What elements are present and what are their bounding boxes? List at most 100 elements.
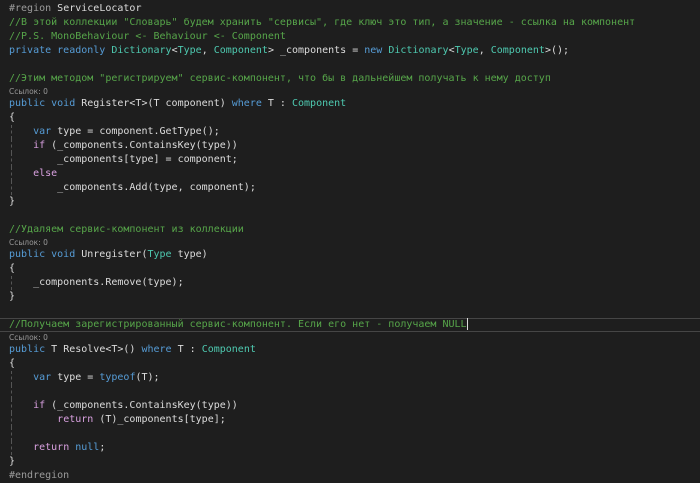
code-line: //Этим методом "регистрируем" сервис-ком…: [0, 72, 700, 86]
indent-guide: [11, 413, 12, 427]
keyword-token: typeof: [99, 372, 136, 383]
code-line: [0, 427, 700, 441]
indent-guide: [11, 399, 12, 413]
code-token: (_components.ContainsKey(type)): [51, 400, 238, 411]
code-token: Register<T>(T component): [81, 98, 232, 109]
code-token: }: [9, 456, 16, 467]
code-token: T :: [177, 344, 202, 355]
preprocessor-token: #endregion: [9, 470, 70, 481]
codelens-references[interactable]: Ссылок: 0: [0, 237, 700, 248]
code-line: return null;: [0, 441, 700, 455]
keyword-token: var: [33, 372, 58, 383]
code-line: {: [0, 111, 700, 125]
code-token: ,: [201, 45, 214, 56]
code-line: //P.S. MonoBehaviour <- Behaviour <- Com…: [0, 30, 700, 44]
type-token: Component: [291, 98, 347, 109]
code-line: }: [0, 290, 700, 304]
codelens-references[interactable]: Ссылок: 0: [0, 86, 700, 97]
code-token: (T)_components[type];: [99, 414, 226, 425]
text-caret: [466, 318, 468, 330]
code-line: private readonly Dictionary<Type, Compon…: [0, 44, 700, 58]
code-line: var type = component.GetType();: [0, 125, 700, 139]
indent-guide: [11, 441, 12, 455]
code-token: ServiceLocator: [57, 3, 142, 14]
keyword-token: public void: [9, 249, 82, 260]
code-line: public T Resolve<T>() where T : Componen…: [0, 343, 700, 357]
code-token: T Resolve<T>(): [51, 344, 142, 355]
code-token: T :: [267, 98, 292, 109]
type-token: Type: [147, 249, 178, 260]
code-token: }: [9, 291, 16, 302]
code-token: ,: [478, 45, 491, 56]
indent-guide: [11, 385, 12, 399]
control-keyword-token: else: [33, 168, 58, 179]
comment-token: //Получаем зарегистрированный сервис-ком…: [9, 319, 467, 330]
keyword-token: var: [33, 126, 58, 137]
code-line: _components[type] = component;: [0, 153, 700, 167]
type-token: Type: [177, 45, 202, 56]
code-token: (_components.ContainsKey(type)): [51, 140, 238, 151]
code-line: [0, 385, 700, 399]
type-token: Type: [454, 45, 479, 56]
code-token: (T);: [135, 372, 160, 383]
indent-guide: [11, 125, 12, 139]
code-line: else: [0, 167, 700, 181]
code-line: if (_components.ContainsKey(type)): [0, 399, 700, 413]
type-token: Dictionary: [111, 45, 172, 56]
keyword-token: new: [364, 45, 389, 56]
indent-guide: [11, 167, 12, 181]
code-line: return (T)_components[type];: [0, 413, 700, 427]
code-line: //В этой коллекции "Словарь" будем храни…: [0, 16, 700, 30]
code-line: {: [0, 262, 700, 276]
code-token: {: [9, 263, 16, 274]
code-line: #endregion: [0, 469, 700, 483]
comment-token: //В этой коллекции "Словарь" будем храни…: [9, 17, 636, 28]
code-token: {: [9, 112, 16, 123]
control-keyword-token: if: [33, 140, 52, 151]
control-keyword-token: if: [33, 400, 52, 411]
code-token: {: [9, 358, 16, 369]
code-line: var type = typeof(T);: [0, 371, 700, 385]
code-token: Unregister(: [81, 249, 148, 260]
code-token: _components[type] = component;: [9, 154, 238, 165]
indent-guide: [11, 139, 12, 153]
code-line: public void Register<T>(T component) whe…: [0, 97, 700, 111]
code-line: }: [0, 195, 700, 209]
type-token: Component: [213, 45, 268, 56]
indent-guide: [11, 181, 12, 195]
keyword-token: where: [141, 344, 178, 355]
preprocessor-token: #region: [9, 3, 58, 14]
code-line: }: [0, 455, 700, 469]
code-line: _components.Add(type, component);: [0, 181, 700, 195]
indent-guide: [11, 153, 12, 167]
type-token: Component: [201, 344, 256, 355]
code-line: {: [0, 357, 700, 371]
code-token: >();: [544, 45, 570, 56]
code-line: if (_components.ContainsKey(type)): [0, 139, 700, 153]
keyword-token: public: [9, 344, 52, 355]
control-keyword-token: return: [57, 414, 100, 425]
code-token: > _components =: [267, 45, 365, 56]
code-token: type =: [57, 372, 100, 383]
indent-guide: [11, 276, 12, 290]
code-token: type): [177, 249, 208, 260]
indent-guide: [11, 371, 12, 385]
keyword-token: private readonly: [9, 45, 112, 56]
keyword-token: null: [75, 442, 100, 453]
code-line: //Удаляем сервис-компонент из коллекции: [0, 223, 700, 237]
codelens-references[interactable]: Ссылок: 0: [0, 332, 700, 343]
code-editor[interactable]: #region ServiceLocator //В этой коллекции…: [0, 2, 700, 483]
code-line: _components.Remove(type);: [0, 276, 700, 290]
code-token: _components.Remove(type);: [9, 277, 184, 288]
keyword-token: public void: [9, 98, 82, 109]
comment-token: //P.S. MonoBehaviour <- Behaviour <- Com…: [9, 31, 286, 42]
comment-token: //Этим методом "регистрируем" сервис-ком…: [9, 73, 551, 84]
comment-token: //Удаляем сервис-компонент из коллекции: [9, 224, 244, 235]
code-token: ;: [99, 442, 106, 453]
